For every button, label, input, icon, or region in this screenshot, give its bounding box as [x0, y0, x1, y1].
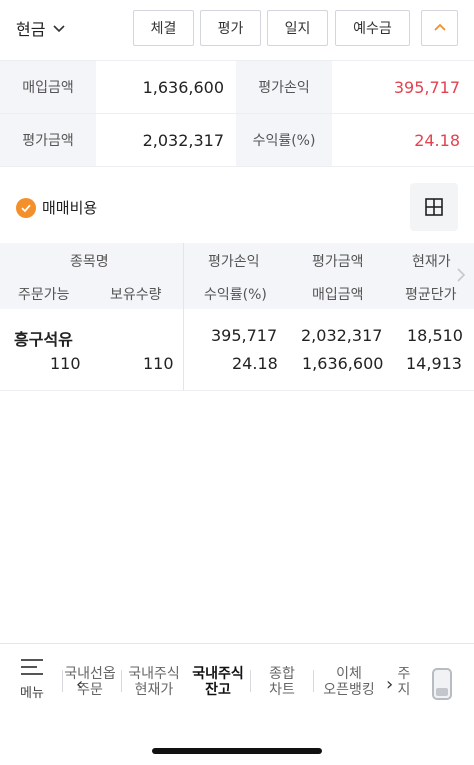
expand-grid-button[interactable] [410, 183, 458, 231]
divider [121, 670, 122, 692]
nav-label: 국내선옵 [64, 666, 116, 682]
menu-label: 메뉴 [20, 686, 44, 701]
chevron-left-icon[interactable]: ‹ [76, 674, 83, 695]
row-holding-qty: 110 [143, 354, 174, 373]
chevron-right-icon[interactable]: › [386, 674, 393, 695]
col-header-return-rate: 수익률(%) [204, 287, 267, 303]
col-header-orderable: 주문가능 [18, 287, 70, 303]
bottom-nav: 메뉴 국내선옵 주문 ‹ 국내주식 현재가 국내주식 잔고 종합 차트 이체 오… [0, 643, 474, 715]
stock-name: 흥구석유 [14, 330, 73, 349]
trading-fee-label: 매매비용 [42, 199, 98, 217]
nav-item-futures-order[interactable]: 국내선옵 주문 [62, 666, 118, 698]
nav-label: 종합 [269, 666, 295, 682]
nav-item-chart[interactable]: 종합 차트 [254, 666, 310, 698]
eval-amount-label: 평가금액 [0, 114, 96, 166]
nav-label: 잔고 [205, 682, 231, 698]
col-header-avg-price: 평균단가 [405, 287, 457, 303]
grid-icon [425, 198, 443, 216]
deposit-button[interactable]: 예수금 [335, 10, 410, 46]
nav-label: 오픈뱅킹 [323, 682, 375, 698]
row-current-price: 18,510 [407, 326, 463, 345]
divider [250, 670, 251, 692]
divider [313, 670, 314, 692]
checkmark-icon [16, 197, 36, 218]
row-orderable-qty: 110 [50, 354, 81, 373]
chevron-right-icon[interactable] [456, 267, 466, 283]
home-indicator [152, 748, 322, 754]
chevron-down-icon [53, 25, 66, 33]
executions-button[interactable]: 체결 [133, 10, 194, 46]
col-header-current-price: 현재가 [412, 254, 451, 270]
col-header-eval-pl: 평가손익 [208, 254, 260, 270]
nav-label: 차트 [269, 682, 295, 698]
trading-fee-toggle[interactable]: 매매비용 [16, 197, 97, 218]
evaluation-button[interactable]: 평가 [200, 10, 261, 46]
nav-label: 주 [397, 666, 411, 682]
purchase-amount-label: 매입금액 [0, 61, 96, 113]
top-bar: 현금 체결 평가 일지 예수금 [0, 0, 474, 58]
holdings-table-header: 종목명 평가손익 평가금액 현재가 주문가능 보유수량 수익률(%) 매입금액 … [0, 243, 474, 309]
account-type-selector[interactable]: 현금 [16, 16, 67, 40]
summary-row: 평가금액 2,032,317 수익률(%) 24.18 [0, 114, 474, 166]
divider [0, 166, 474, 167]
eval-amount-value: 2,032,317 [142, 130, 224, 150]
column-divider [183, 243, 184, 309]
nav-label: 이체 [336, 666, 362, 682]
row-avg-price: 14,913 [406, 354, 462, 373]
divider [0, 390, 474, 391]
col-header-purchase-amount: 매입금액 [312, 287, 364, 303]
col-header-eval-amount: 평가금액 [312, 254, 364, 270]
column-divider [183, 309, 184, 390]
menu-button[interactable]: 메뉴 [14, 658, 50, 701]
nav-item-transfer[interactable]: 이체 오픈뱅킹 [316, 666, 382, 698]
collapse-button[interactable] [421, 10, 458, 46]
chevron-up-icon [433, 23, 446, 31]
account-type-label: 현금 [16, 20, 46, 39]
nav-item-next[interactable]: 주 지 [397, 666, 411, 698]
phone-icon[interactable] [432, 668, 452, 700]
nav-label: 국내주식 [192, 666, 244, 682]
return-rate-value: 24.18 [414, 130, 460, 150]
nav-label: 현재가 [134, 682, 174, 698]
nav-label: 국내주식 [128, 666, 180, 682]
row-purchase-amount: 1,636,600 [302, 354, 384, 373]
hamburger-icon [21, 658, 43, 676]
journal-button[interactable]: 일지 [267, 10, 328, 46]
nav-label: 주문 [77, 682, 103, 698]
row-eval-pl: 395,717 [211, 326, 278, 345]
nav-item-stock-balance[interactable]: 국내주식 잔고 [188, 666, 248, 698]
row-eval-amount: 2,032,317 [301, 326, 383, 345]
col-header-holding-qty: 보유수량 [110, 287, 162, 303]
row-return-rate: 24.18 [232, 354, 278, 373]
return-rate-label: 수익률(%) [236, 114, 332, 166]
eval-pl-value: 395,717 [393, 77, 460, 97]
purchase-amount-value: 1,636,600 [142, 77, 224, 97]
nav-label: 지 [397, 682, 411, 698]
eval-pl-label: 평가손익 [236, 61, 332, 113]
col-header-stock-name: 종목명 [70, 254, 109, 270]
nav-item-stock-price[interactable]: 국내주식 현재가 [124, 666, 184, 698]
summary-row: 매입금액 1,636,600 평가손익 395,717 [0, 61, 474, 113]
